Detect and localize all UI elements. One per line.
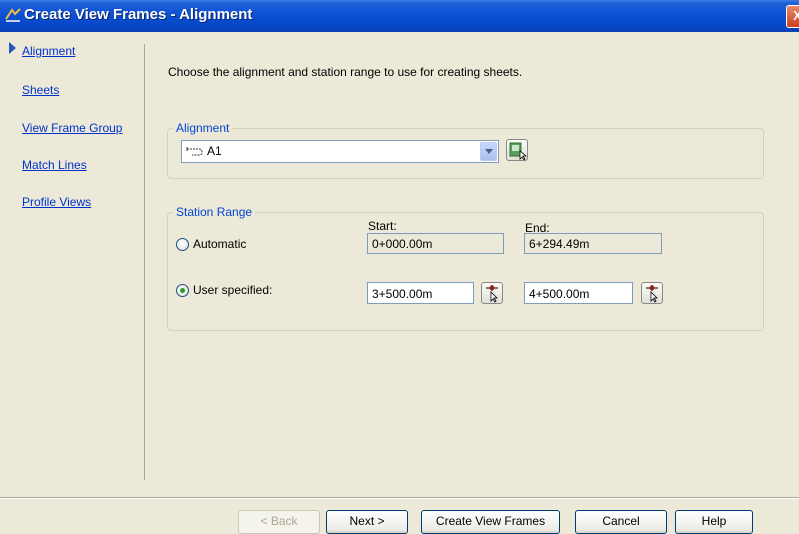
user-specified-label[interactable]: User specified: (193, 283, 272, 297)
user-start-input[interactable]: 3+500.00m (367, 282, 474, 304)
close-button[interactable]: X (786, 5, 799, 28)
window-title: Create View Frames - Alignment (24, 6, 253, 23)
current-step-arrow-icon (9, 42, 16, 54)
wizard-nav (0, 32, 144, 480)
next-button[interactable]: Next > (326, 510, 408, 534)
nav-divider (144, 44, 145, 480)
automatic-label[interactable]: Automatic (193, 237, 246, 251)
title-bar: Create View Frames - Alignment X (0, 0, 799, 32)
cancel-button[interactable]: Cancel (575, 510, 667, 534)
station-range-group (167, 212, 764, 331)
alignment-icon (186, 147, 203, 156)
nav-item-match-lines[interactable]: Match Lines (22, 158, 87, 172)
create-view-frames-button[interactable]: Create View Frames (421, 510, 560, 534)
pick-start-station-button[interactable] (481, 282, 503, 304)
automatic-radio[interactable] (176, 238, 189, 251)
nav-item-alignment[interactable]: Alignment (22, 44, 75, 58)
close-icon: X (793, 8, 799, 23)
alignment-group-legend: Alignment (173, 121, 233, 135)
alignment-dropdown[interactable]: A1 (181, 140, 499, 163)
automatic-start-field: 0+000.00m (367, 233, 504, 254)
app-icon (5, 8, 21, 22)
footer-divider (0, 497, 799, 499)
radio-selected-dot (180, 288, 185, 293)
nav-item-profile-views[interactable]: Profile Views (22, 195, 91, 209)
pick-station-icon (486, 285, 498, 303)
instruction-text: Choose the alignment and station range t… (168, 65, 523, 79)
back-button[interactable]: < Back (238, 510, 320, 534)
automatic-end-field: 6+294.49m (524, 233, 662, 254)
start-label: Start: (368, 219, 397, 233)
chevron-down-icon[interactable] (480, 142, 497, 161)
user-specified-radio[interactable] (176, 284, 189, 297)
station-range-legend: Station Range (173, 205, 256, 219)
user-end-input[interactable]: 4+500.00m (524, 282, 633, 304)
pick-station-icon (646, 285, 658, 303)
nav-item-view-frame-group[interactable]: View Frame Group (22, 121, 122, 135)
pick-alignment-button[interactable] (506, 139, 528, 161)
nav-item-sheets[interactable]: Sheets (22, 83, 59, 97)
pick-end-station-button[interactable] (641, 282, 663, 304)
pick-from-drawing-icon (509, 142, 528, 161)
help-button[interactable]: Help (675, 510, 753, 534)
alignment-selected-value: A1 (207, 144, 222, 158)
